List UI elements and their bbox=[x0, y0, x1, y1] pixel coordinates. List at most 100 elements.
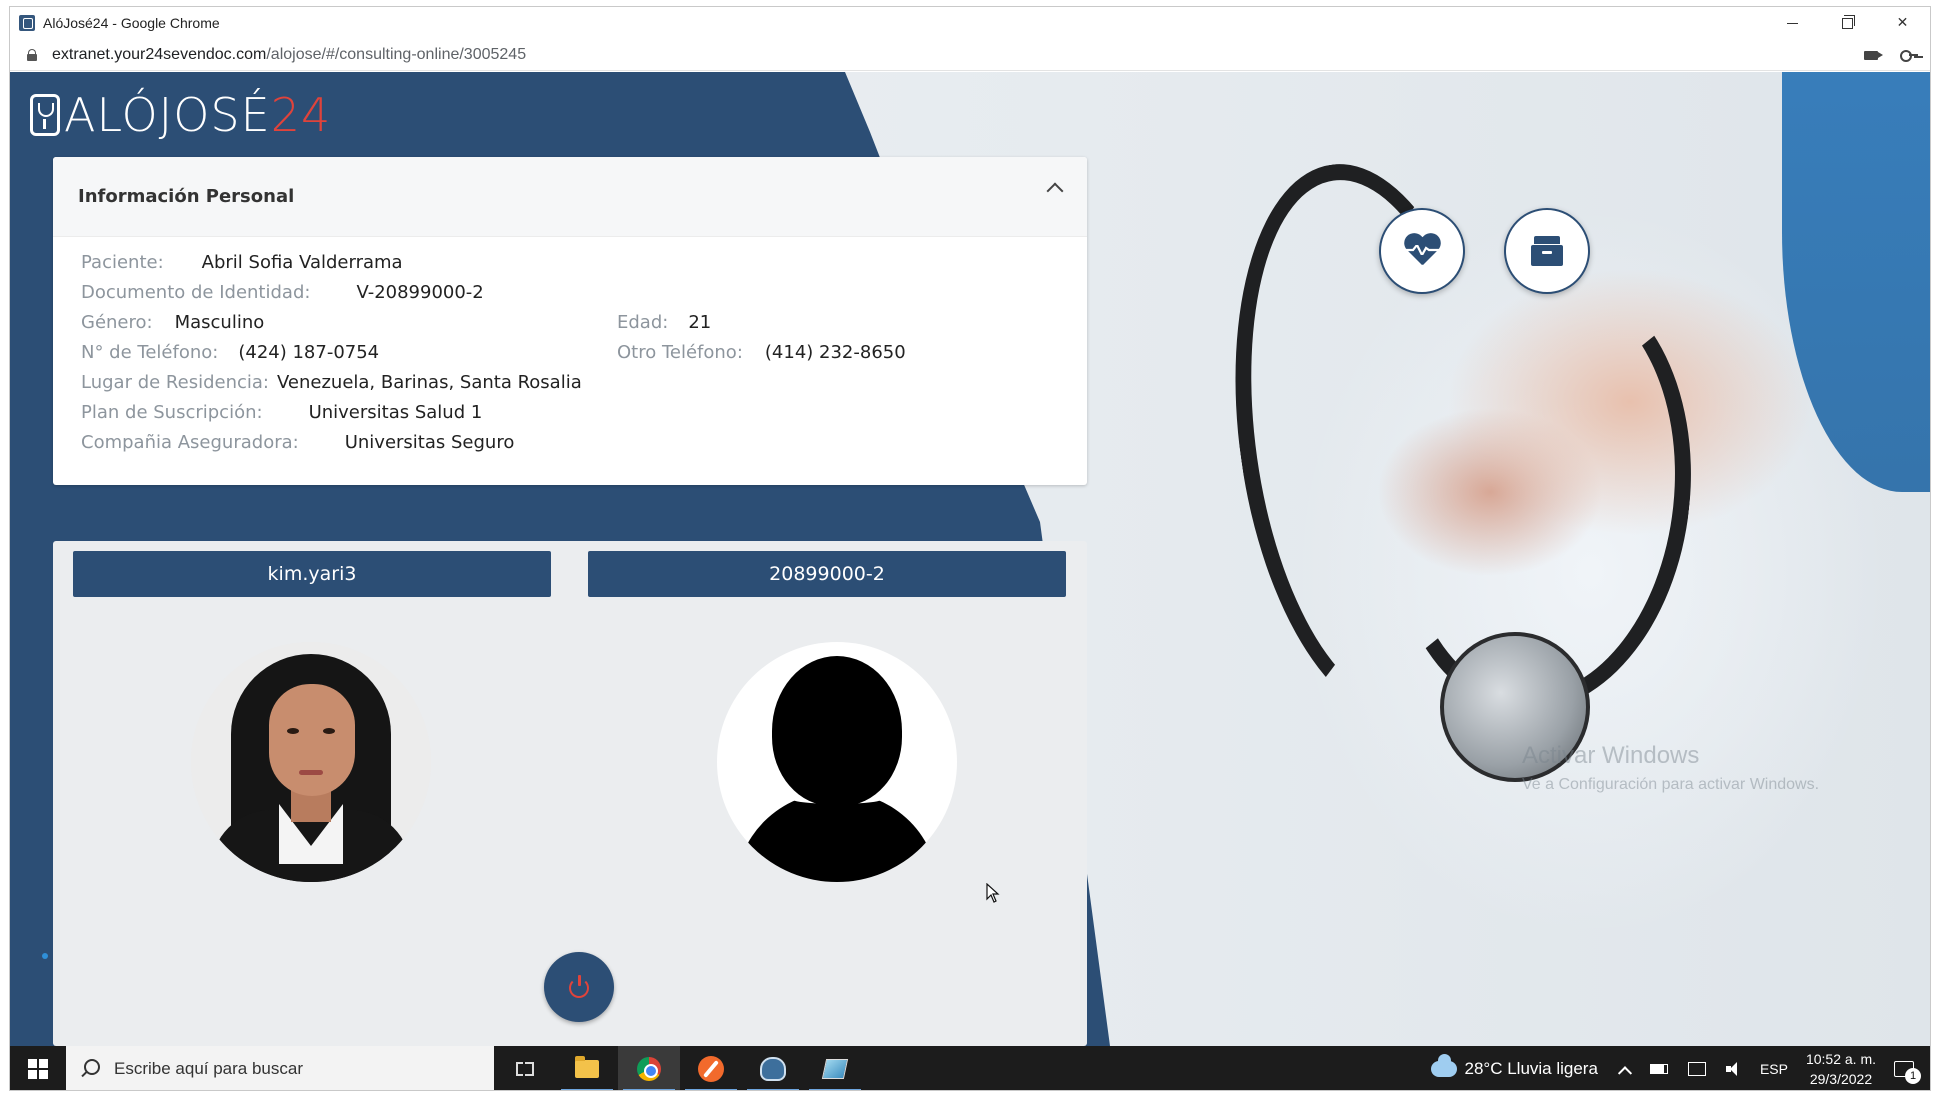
chrome-taskbar-button[interactable] bbox=[618, 1046, 680, 1090]
browser-window: AlóJosé24 - Google Chrome ✕ extranet.you… bbox=[9, 6, 1931, 1091]
chevron-up-icon[interactable] bbox=[1617, 1066, 1633, 1081]
weather-text: 28°C Lluvia ligera bbox=[1464, 1059, 1598, 1078]
patient-avatar-placeholder-icon bbox=[717, 642, 957, 882]
personal-info-body: Paciente: Abril Sofia Valderrama Document… bbox=[53, 237, 1087, 485]
language-indicator[interactable]: ESP bbox=[1760, 1061, 1788, 1077]
pulse-line-icon bbox=[1401, 245, 1443, 255]
compass-icon bbox=[698, 1056, 724, 1082]
personal-info-card: Información Personal Paciente: Abril Sofi… bbox=[53, 157, 1087, 485]
photo-eye bbox=[323, 728, 335, 734]
camera-icon[interactable] bbox=[1864, 50, 1883, 60]
end-call-button[interactable] bbox=[544, 952, 614, 1022]
notebook-app-button[interactable] bbox=[804, 1046, 866, 1090]
doctor-name-bar: kim.yari3 bbox=[73, 551, 551, 597]
field-value: Universitas Seguro bbox=[344, 432, 515, 453]
field-value: (424) 187-0754 bbox=[238, 342, 380, 363]
field-genero: Género: Masculino bbox=[81, 311, 264, 335]
mouse-cursor-icon bbox=[986, 883, 1000, 903]
restore-button[interactable] bbox=[1820, 7, 1875, 39]
minimize-button[interactable] bbox=[1765, 7, 1820, 39]
photo-face bbox=[269, 684, 355, 796]
field-otro-telefono: Otro Teléfono: (414) 232-8650 bbox=[617, 341, 906, 365]
doctor-avatar bbox=[191, 642, 431, 882]
photo-eye bbox=[287, 728, 299, 734]
field-documento: Documento de Identidad: V-20899000-2 bbox=[81, 281, 484, 305]
watermark-title: Activar Windows bbox=[1522, 742, 1700, 769]
close-button[interactable]: ✕ bbox=[1875, 7, 1930, 39]
file-explorer-button[interactable] bbox=[556, 1046, 618, 1090]
logo-word: ALÓJOSÉ bbox=[64, 88, 271, 142]
archive-icon bbox=[1531, 236, 1563, 266]
chrome-icon bbox=[637, 1057, 661, 1081]
logo-number: 24 bbox=[270, 88, 332, 142]
elephant-icon bbox=[760, 1057, 786, 1081]
network-icon[interactable] bbox=[1687, 1062, 1706, 1076]
windows-logo-icon bbox=[28, 1059, 48, 1079]
system-tray: 28°C Lluvia ligera ESP 10:52 a. m. 29/3/… bbox=[1430, 1046, 1931, 1090]
taskbar-clock[interactable]: 10:52 a. m. 29/3/2022 bbox=[1806, 1049, 1876, 1089]
vital-signs-button[interactable] bbox=[1379, 208, 1465, 294]
weather-widget[interactable]: 28°C Lluvia ligera bbox=[1430, 1054, 1598, 1079]
field-value: Venezuela, Barinas, Santa Rosalia bbox=[276, 372, 582, 393]
clock-time: 10:52 a. m. bbox=[1805, 1051, 1876, 1067]
compass-app-button[interactable] bbox=[680, 1046, 742, 1090]
archive-lid bbox=[1534, 236, 1560, 244]
field-label: Otro Teléfono: bbox=[617, 342, 743, 363]
field-label: Edad: bbox=[617, 312, 669, 333]
windows-activation-watermark: Activar Windows Ve a Configuración para … bbox=[1522, 742, 1819, 794]
field-paciente: Paciente: Abril Sofia Valderrama bbox=[81, 251, 403, 275]
field-aseguradora: Compañia Aseguradora: Universitas Seguro bbox=[81, 431, 514, 455]
field-label: Plan de Suscripción: bbox=[81, 402, 263, 423]
notebook-icon bbox=[821, 1059, 849, 1079]
indicator-dot bbox=[42, 953, 48, 959]
field-value: Universitas Salud 1 bbox=[308, 402, 483, 423]
field-label: N° de Teléfono: bbox=[81, 342, 219, 363]
field-plan: Plan de Suscripción: Universitas Salud 1 bbox=[81, 401, 482, 425]
site-favicon-icon bbox=[19, 15, 35, 31]
taskbar-search[interactable]: Escribe aquí para buscar bbox=[66, 1046, 494, 1090]
app-logo: ALÓJOSÉ24 bbox=[30, 88, 331, 142]
field-label: Compañia Aseguradora: bbox=[81, 432, 299, 453]
field-label: Lugar de Residencia: bbox=[81, 372, 269, 393]
search-icon bbox=[84, 1059, 100, 1075]
field-value: Masculino bbox=[174, 312, 265, 333]
field-residencia: Lugar de Residencia: Venezuela, Barinas, … bbox=[81, 371, 582, 395]
key-icon[interactable] bbox=[1900, 50, 1918, 62]
notifications-icon[interactable]: 1 bbox=[1894, 1061, 1921, 1084]
lock-icon bbox=[27, 48, 37, 61]
task-view-button[interactable] bbox=[494, 1046, 556, 1090]
volume-icon[interactable] bbox=[1725, 1062, 1742, 1076]
archive-slot bbox=[1542, 251, 1552, 254]
field-telefono: N° de Teléfono: (424) 187-0754 bbox=[81, 341, 379, 365]
start-button[interactable] bbox=[10, 1046, 66, 1090]
url-domain: extranet.your24sevendoc.com bbox=[52, 45, 267, 63]
field-value: V-20899000-2 bbox=[356, 282, 484, 303]
personal-info-title: Información Personal bbox=[78, 186, 295, 207]
postgres-app-button[interactable] bbox=[742, 1046, 804, 1090]
archive-box bbox=[1531, 245, 1563, 266]
url-text[interactable]: extranet.your24sevendoc.com/alojose/#/co… bbox=[52, 46, 526, 64]
cloud-rain-icon bbox=[1430, 1054, 1457, 1077]
address-bar[interactable]: extranet.your24sevendoc.com/alojose/#/co… bbox=[10, 39, 1930, 71]
watermark-subtitle: Ve a Configuración para activar Windows. bbox=[1522, 776, 1820, 793]
chevron-up-icon[interactable] bbox=[1046, 182, 1064, 200]
field-label: Género: bbox=[81, 312, 153, 333]
restore-icon bbox=[1842, 14, 1855, 29]
folder-icon bbox=[575, 1056, 599, 1078]
medical-records-button[interactable] bbox=[1504, 208, 1590, 294]
logo-text: ALÓJOSÉ24 bbox=[64, 88, 331, 142]
clock-date: 29/3/2022 bbox=[1809, 1071, 1873, 1087]
taskbar-apps bbox=[494, 1046, 866, 1090]
field-value: 21 bbox=[688, 312, 712, 333]
battery-icon[interactable] bbox=[1649, 1064, 1668, 1074]
field-value: Abril Sofia Valderrama bbox=[201, 252, 403, 273]
personal-info-header[interactable]: Información Personal bbox=[53, 157, 1087, 237]
window-title: AlóJosé24 - Google Chrome bbox=[43, 15, 220, 31]
video-call-card: kim.yari3 20899000-2 bbox=[53, 541, 1087, 1046]
window-controls: ✕ bbox=[1765, 7, 1930, 39]
patient-name-bar: 20899000-2 bbox=[588, 551, 1066, 597]
field-label: Documento de Identidad: bbox=[81, 282, 311, 303]
logo-phone-icon bbox=[30, 94, 60, 136]
search-placeholder: Escribe aquí para buscar bbox=[114, 1059, 303, 1078]
address-bar-icons bbox=[1864, 39, 1918, 71]
